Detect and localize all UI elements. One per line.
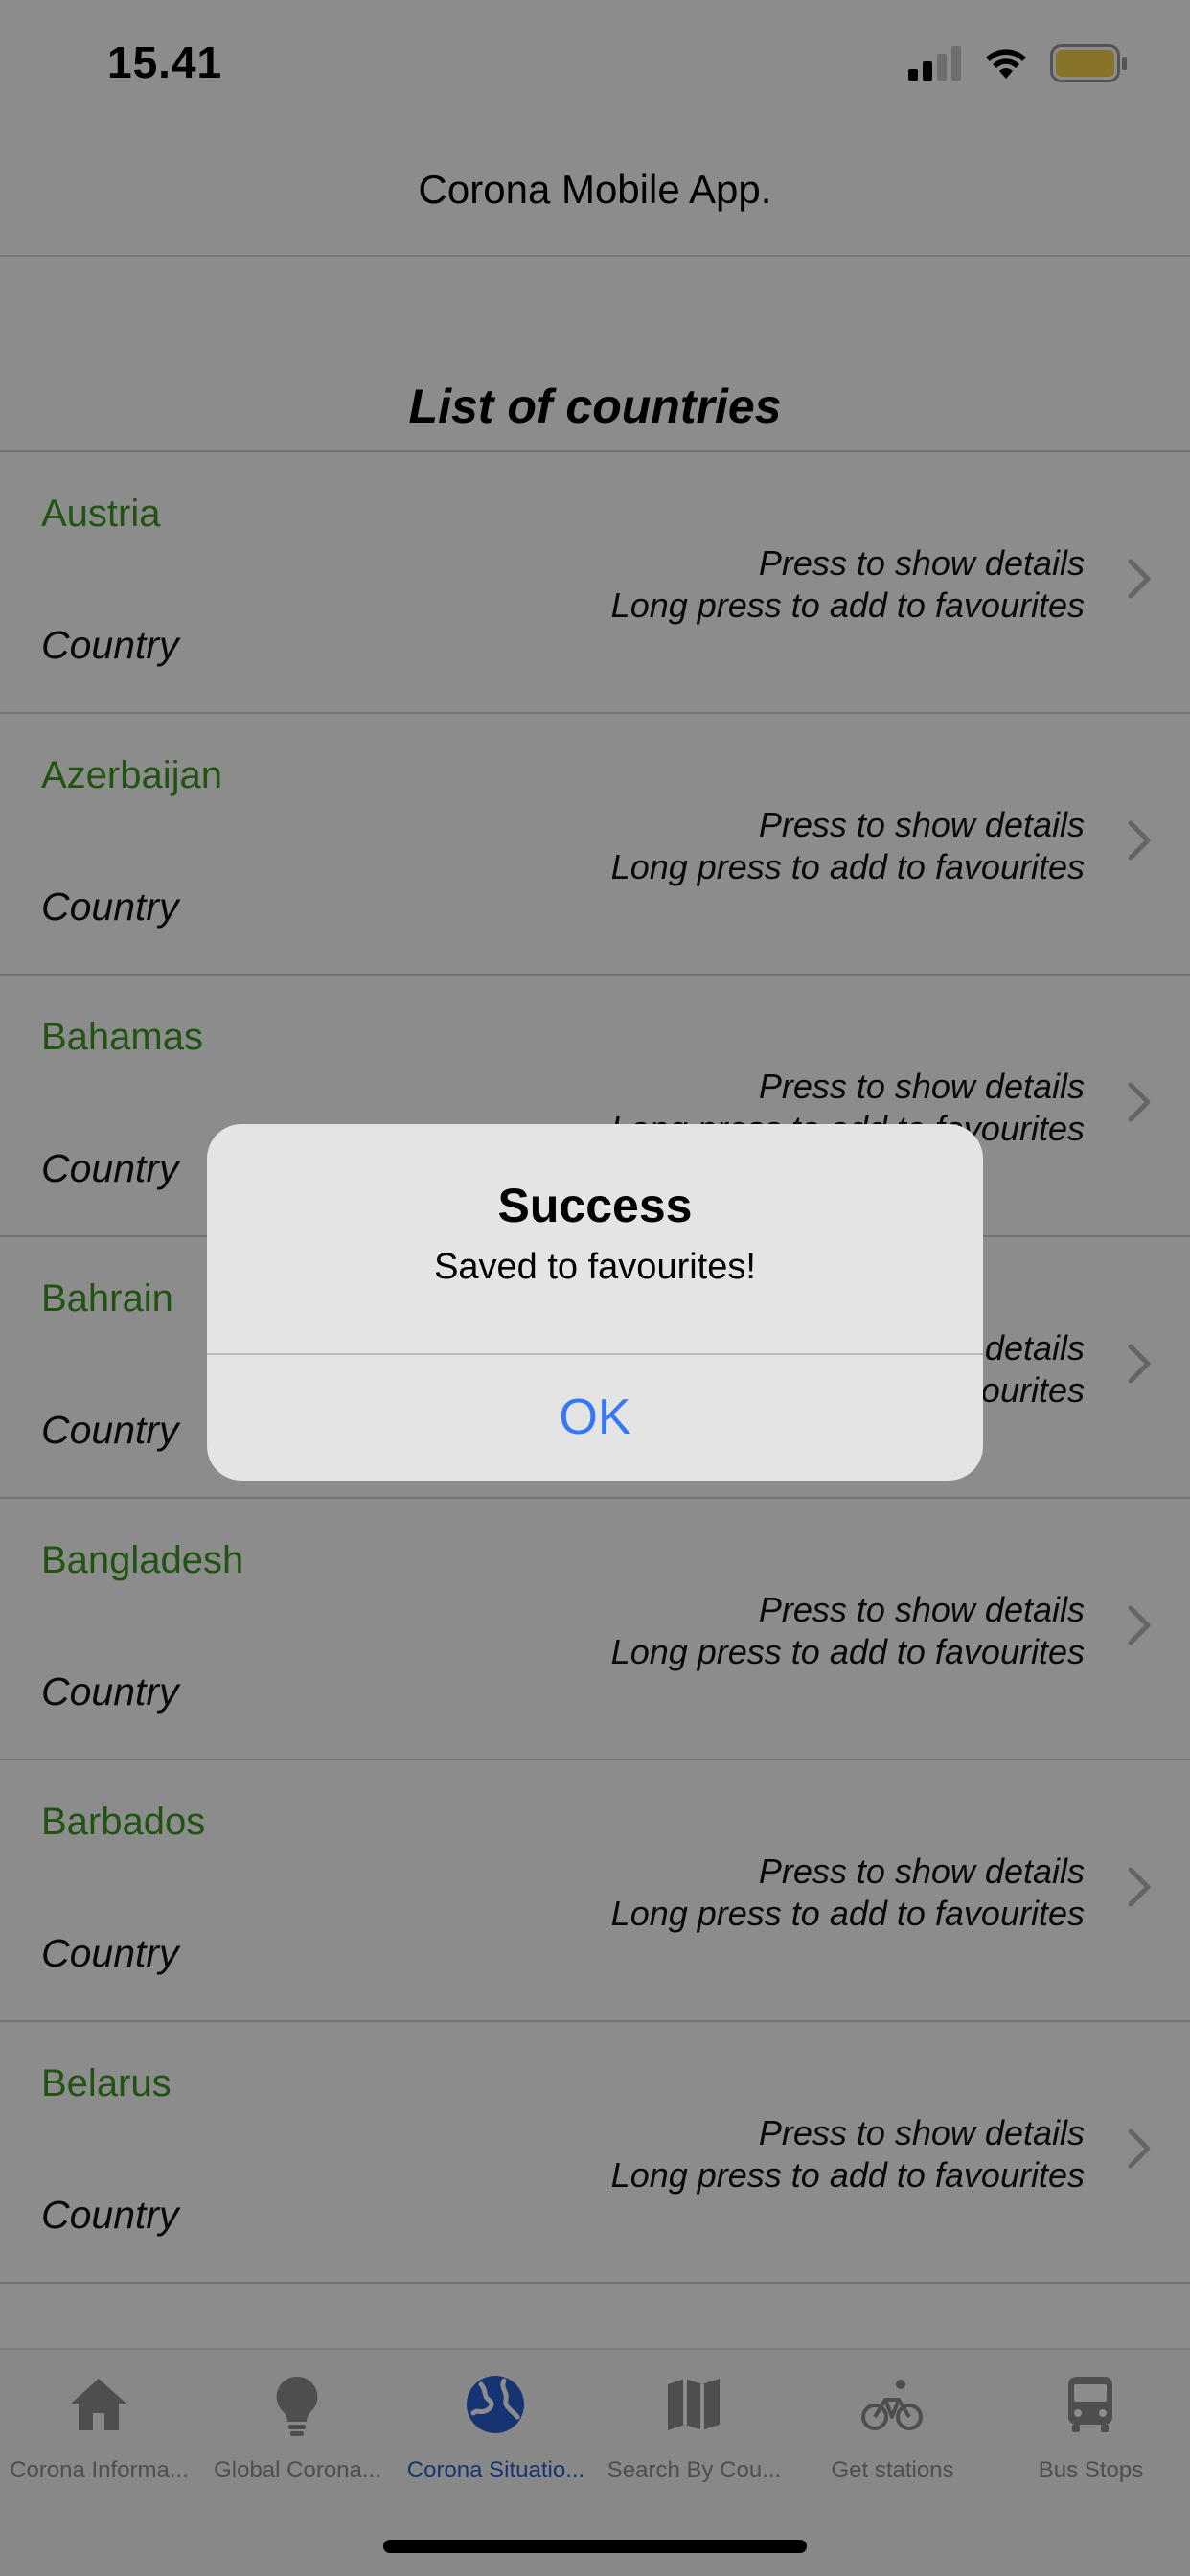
alert-message: Saved to favourites!	[434, 1247, 756, 1287]
ok-button[interactable]: OK	[207, 1355, 983, 1481]
app-screen: 15.41 Corona Mobile App. List of countri…	[0, 0, 1190, 2576]
success-alert: Success Saved to favourites! OK	[207, 1124, 983, 1481]
alert-title: Success	[497, 1179, 693, 1232]
